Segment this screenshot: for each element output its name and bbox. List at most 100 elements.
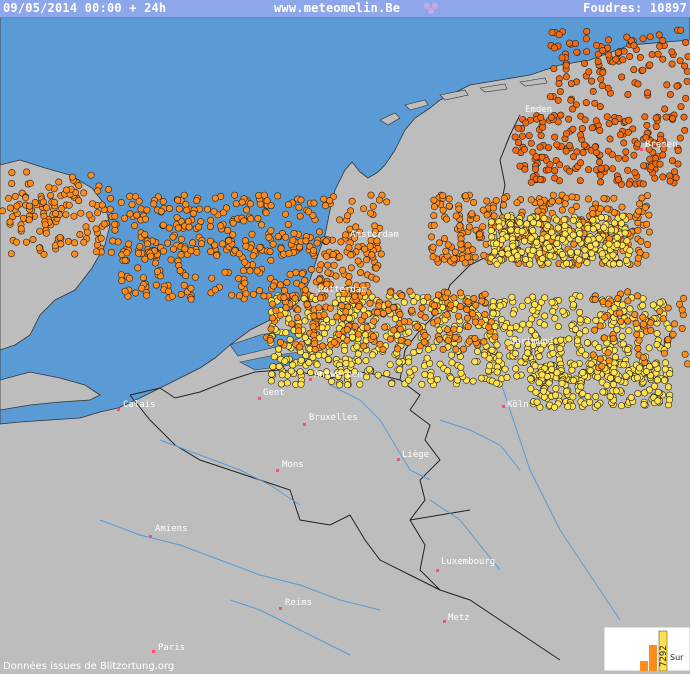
- strike-dot: [157, 207, 165, 215]
- strike-dot: [671, 168, 679, 176]
- strike-dot: [659, 151, 667, 159]
- strike-dot: [176, 267, 184, 275]
- strike-dot: [357, 269, 365, 277]
- strike-dot: [529, 306, 537, 314]
- strike-dot: [636, 53, 644, 61]
- strike-dot: [681, 62, 689, 70]
- city-marker-antwerpen: [309, 378, 312, 381]
- strike-dot: [634, 389, 642, 397]
- strike-dot: [457, 363, 465, 371]
- strike-dot: [218, 240, 226, 248]
- strike-dot: [527, 375, 535, 383]
- strike-dot: [390, 326, 398, 334]
- city-label-calais: Calais: [123, 400, 156, 410]
- strike-dot: [52, 210, 60, 218]
- strike-dot: [469, 310, 477, 318]
- strike-dot: [627, 393, 635, 401]
- strike-dot: [656, 307, 664, 315]
- strike-dot: [577, 346, 585, 354]
- strike-dot: [292, 269, 300, 277]
- strike-dot: [501, 323, 509, 331]
- city-label-koln: Köln: [507, 400, 529, 410]
- strike-dot: [574, 236, 582, 244]
- strike-dot: [117, 271, 125, 279]
- strike-dot: [450, 294, 458, 302]
- strike-dot: [521, 165, 529, 173]
- strike-dot: [498, 316, 506, 324]
- strike-dot: [634, 292, 642, 300]
- strike-dot: [684, 360, 690, 368]
- strike-dot: [371, 222, 379, 230]
- strike-dot: [267, 256, 275, 264]
- strike-dot: [650, 382, 658, 390]
- strike-dot: [284, 201, 292, 209]
- strike-dot: [178, 235, 186, 243]
- strike-dot: [607, 374, 615, 382]
- strike-dot: [276, 311, 284, 319]
- strike-dot: [586, 366, 594, 374]
- strike-dot: [638, 194, 646, 202]
- strike-dot: [131, 222, 139, 230]
- strike-dot: [404, 338, 412, 346]
- strike-dot: [464, 323, 472, 331]
- strike-dot: [654, 388, 662, 396]
- strike-dot: [518, 227, 526, 235]
- strike-dot: [579, 369, 587, 377]
- strike-dot: [298, 270, 306, 278]
- strike-dot: [626, 305, 634, 313]
- strike-dot: [624, 317, 632, 325]
- strike-dot: [295, 204, 303, 212]
- strike-dot: [563, 387, 571, 395]
- strike-dot: [664, 336, 672, 344]
- strike-dot: [465, 223, 473, 231]
- strike-dot: [207, 216, 215, 224]
- strike-dot: [141, 255, 149, 263]
- strike-dot: [596, 322, 604, 330]
- strike-dot: [344, 212, 352, 220]
- strike-dot: [674, 160, 682, 168]
- strike-dot: [444, 367, 452, 375]
- strike-dot: [524, 296, 532, 304]
- strike-dot: [622, 256, 630, 264]
- strike-dot: [546, 161, 554, 169]
- strike-dot: [297, 356, 305, 364]
- strike-dot: [190, 210, 198, 218]
- strike-dot: [396, 310, 404, 318]
- city-marker-amsterdam: [345, 241, 348, 244]
- strike-dot: [619, 212, 627, 220]
- strike-dot: [469, 377, 477, 385]
- strike-dot: [536, 143, 544, 151]
- strike-dot: [609, 334, 617, 342]
- lightning-map: 09/05/2014 00:00 + 24h www.meteomelin.Be…: [0, 0, 690, 674]
- strike-dot: [111, 220, 119, 228]
- strike-dot: [583, 48, 591, 56]
- site-label[interactable]: www.meteomelin.Be: [274, 1, 400, 15]
- strike-dot: [12, 238, 20, 246]
- strike-dot: [620, 139, 628, 147]
- strike-dot: [246, 267, 254, 275]
- strike-dot: [529, 246, 537, 254]
- strike-dot: [80, 238, 88, 246]
- strike-dot: [653, 341, 661, 349]
- strike-dot: [345, 314, 353, 322]
- strike-dot: [471, 358, 479, 366]
- strike-dot: [536, 176, 544, 184]
- strike-dot: [336, 381, 344, 389]
- strike-dot: [43, 204, 51, 212]
- strike-dot: [362, 357, 370, 365]
- strike-dot: [493, 379, 501, 387]
- strike-dot: [565, 39, 573, 47]
- strike-dot: [565, 115, 573, 123]
- strike-dot: [621, 229, 629, 237]
- strike-dot: [293, 314, 301, 322]
- strike-dot: [418, 380, 426, 388]
- strike-dot: [423, 354, 431, 362]
- strike-dot: [383, 370, 391, 378]
- city-label-amiens: Amiens: [155, 524, 188, 534]
- strike-dot: [677, 26, 685, 34]
- strike-dot: [238, 198, 246, 206]
- strike-dot: [439, 345, 447, 353]
- strike-dot: [569, 125, 577, 133]
- strike-dot: [532, 238, 540, 246]
- strike-dot: [652, 114, 660, 122]
